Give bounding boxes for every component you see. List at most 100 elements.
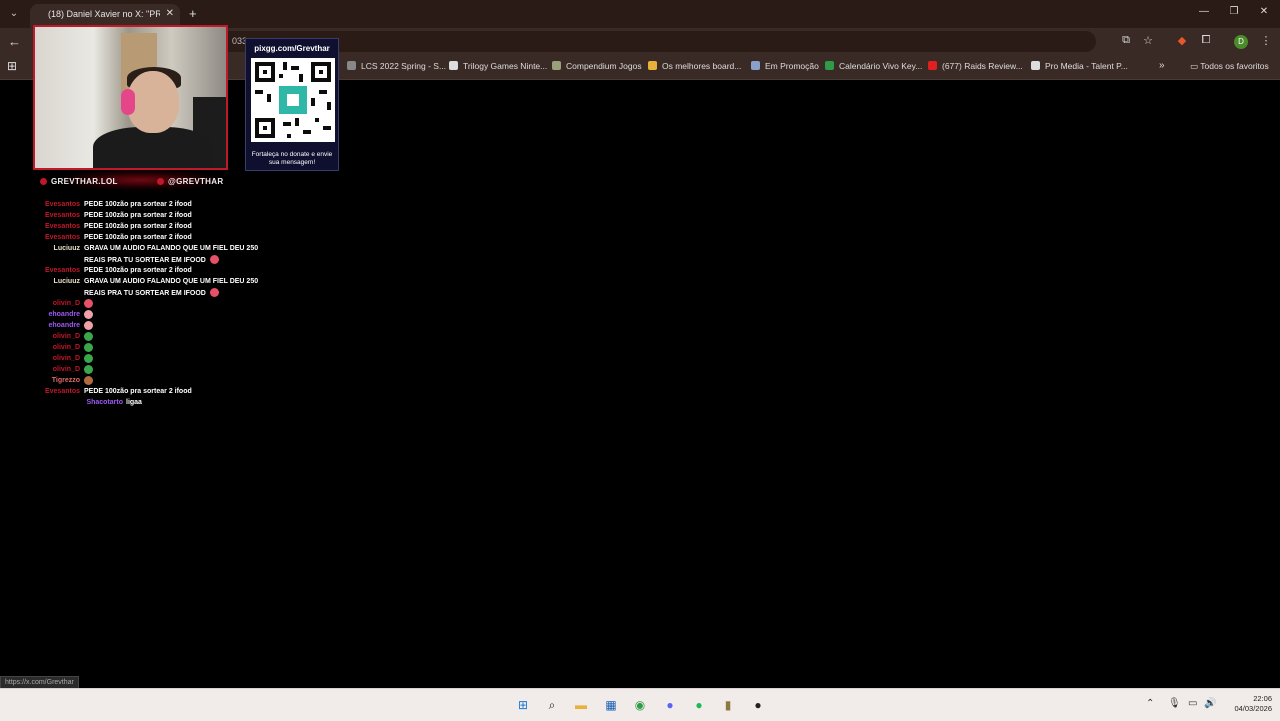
chat-username: Evesantos — [44, 388, 80, 395]
bookmark-favicon-icon — [648, 61, 657, 70]
search-icon[interactable]: ⌕ — [544, 697, 560, 713]
chat-text: REAIS PRA TU SORTEAR EM IFOOD — [84, 255, 219, 266]
chat-username: ehoandre — [48, 322, 80, 329]
donation-url: pixgg.com/Grevthar — [254, 44, 330, 53]
profile-avatar[interactable]: D — [1234, 35, 1248, 49]
chat-username: olivin_D — [52, 344, 80, 351]
chat-text: PEDE 100zão pra sortear 2 ifood — [84, 200, 192, 210]
volume-icon[interactable]: 🔊 — [1204, 698, 1216, 709]
chrome-icon[interactable]: ◉ — [632, 697, 648, 713]
apps-grid-icon[interactable]: ⊞ — [7, 59, 17, 73]
chat-text — [84, 321, 93, 332]
bookmark-favicon-icon — [825, 61, 834, 70]
bookmark-item[interactable]: Trilogy Games Ninte... — [449, 61, 547, 71]
chat-emote-icon — [84, 299, 93, 308]
chat-username: Shacotarto — [86, 399, 123, 406]
bookmark-favicon-icon — [449, 61, 458, 70]
chat-text-content: REAIS PRA TU SORTEAR EM IFOOD — [84, 257, 206, 264]
bookmark-star-icon[interactable]: ☆ — [1141, 34, 1155, 47]
microphone-icon[interactable]: 🎙 — [1168, 698, 1181, 709]
chat-text: ligaa — [126, 398, 142, 408]
chat-username: Luciuuz — [53, 278, 80, 285]
store-icon[interactable]: ▦ — [603, 697, 619, 713]
chat-text: REAIS PRA TU SORTEAR EM IFOOD — [84, 288, 219, 299]
chat-text: GRAVA UM AUDIO FALANDO QUE UM FIEL DEU 2… — [84, 244, 258, 254]
bookmark-favicon-icon — [928, 61, 937, 70]
discord-icon[interactable]: ● — [662, 697, 678, 713]
bookmark-item[interactable]: Os melhores board... — [648, 61, 741, 71]
clock-date: 04/03/2026 — [1234, 704, 1272, 713]
chat-username: olivin_D — [52, 366, 80, 373]
windows-start-icon[interactable]: ⊞ — [515, 697, 531, 713]
clock-time: 22:06 — [1253, 694, 1272, 703]
chat-text: PEDE 100zão pra sortear 2 ifood — [84, 387, 192, 397]
chat-text: PEDE 100zão pra sortear 2 ifood — [84, 266, 192, 276]
globe-icon — [40, 178, 47, 185]
extensions-puzzle-icon[interactable]: ⧠ — [1199, 34, 1213, 47]
chat-text-content: REAIS PRA TU SORTEAR EM IFOOD — [84, 290, 206, 297]
bookmark-item[interactable]: Em Promoção — [751, 61, 819, 71]
chat-emote-icon — [84, 310, 93, 319]
chat-username: olivin_D — [52, 355, 80, 362]
spotify-icon[interactable]: ● — [691, 697, 707, 713]
bookmark-favicon-icon — [1031, 61, 1040, 70]
folder-icon: ▭ — [1190, 61, 1201, 71]
restore-icon[interactable]: ❐ — [1226, 6, 1242, 17]
chat-text-content: GRAVA UM AUDIO FALANDO QUE UM FIEL DEU 2… — [84, 278, 259, 285]
bookmark-item[interactable]: Pro Media - Talent P... — [1031, 61, 1128, 71]
chat-emote-icon — [209, 288, 219, 297]
chat-username: Tigrezzo — [51, 377, 80, 384]
social-site: GREVTHAR.LOL — [40, 177, 118, 186]
chat-username: Evesantos — [44, 201, 80, 208]
chat-text-content: PEDE 100zão pra sortear 2 ifood — [84, 212, 192, 219]
chat-username: olivin_D — [52, 300, 80, 307]
close-tab-icon[interactable]: ✕ — [166, 8, 174, 19]
chat-text-content: PEDE 100zão pra sortear 2 ifood — [84, 388, 192, 395]
system-clock[interactable]: 22:06 04/03/2026 — [1224, 694, 1272, 714]
bookmark-item[interactable]: (677) Raids Review... — [928, 61, 1023, 71]
back-arrow-icon[interactable]: ← — [8, 34, 21, 49]
social-handle: @GREVTHAR — [157, 177, 223, 186]
install-app-icon[interactable]: ⧉ — [1119, 34, 1133, 47]
chat-username: ehoandre — [48, 311, 80, 318]
close-window-icon[interactable]: ✕ — [1256, 6, 1272, 17]
chat-text-content: ligaa — [126, 399, 142, 406]
file-explorer-icon[interactable]: ▬ — [573, 697, 589, 713]
network-icon[interactable]: ▭ — [1188, 698, 1197, 709]
chat-username: Evesantos — [44, 267, 80, 274]
all-bookmarks-folder[interactable]: ▭ Todos os favoritos — [1190, 61, 1269, 72]
menu-kebab-icon[interactable]: ⋮ — [1259, 34, 1273, 47]
obs-icon[interactable]: ● — [750, 697, 766, 713]
chat-emote-icon — [84, 321, 93, 330]
league-client-icon[interactable]: ▮ — [720, 697, 736, 713]
chat-emote-icon — [209, 255, 219, 264]
bookmark-item[interactable]: Compendium Jogos — [552, 61, 642, 71]
chat-text-content: PEDE 100zão pra sortear 2 ifood — [84, 223, 192, 230]
bookmark-item[interactable]: LCS 2022 Spring - S... — [347, 61, 446, 71]
chat-text: PEDE 100zão pra sortear 2 ifood — [84, 222, 192, 232]
chat-text: PEDE 100zão pra sortear 2 ifood — [84, 233, 192, 243]
bookmark-favicon-icon — [347, 61, 356, 70]
chat-text: GRAVA UM AUDIO FALANDO QUE UM FIEL DEU 2… — [84, 277, 258, 287]
chat-text-content: PEDE 100zão pra sortear 2 ifood — [84, 234, 192, 241]
chat-emote-icon — [84, 365, 93, 374]
bookmarks-overflow-icon[interactable]: » — [1159, 60, 1165, 71]
chat-text — [84, 332, 93, 343]
minimize-icon[interactable]: — — [1196, 6, 1212, 17]
new-tab-button[interactable]: + — [189, 6, 197, 21]
chat-text — [84, 376, 93, 387]
tray-chevron-icon[interactable]: ⌃ — [1146, 698, 1154, 709]
chat-emote-icon — [84, 343, 93, 352]
bookmark-item[interactable]: Calendário Vivo Key... — [825, 61, 922, 71]
donation-qr-card: pixgg.com/Grevthar Fortaleça no donate e… — [245, 38, 339, 171]
bookmark-favicon-icon — [552, 61, 561, 70]
chat-emote-icon — [84, 354, 93, 363]
webcam-feed — [33, 25, 228, 170]
title-bar: ⌄ (18) Daniel Xavier no X: "PRA TI ✕ + —… — [0, 0, 1280, 28]
chat-username: Evesantos — [44, 223, 80, 230]
chat-text — [84, 310, 93, 321]
chat-text — [84, 365, 93, 376]
chat-text-content: PEDE 100zão pra sortear 2 ifood — [84, 201, 192, 208]
extension-fox-icon[interactable]: ◆ — [1175, 34, 1189, 47]
tab-search-icon[interactable]: ⌄ — [6, 6, 22, 22]
